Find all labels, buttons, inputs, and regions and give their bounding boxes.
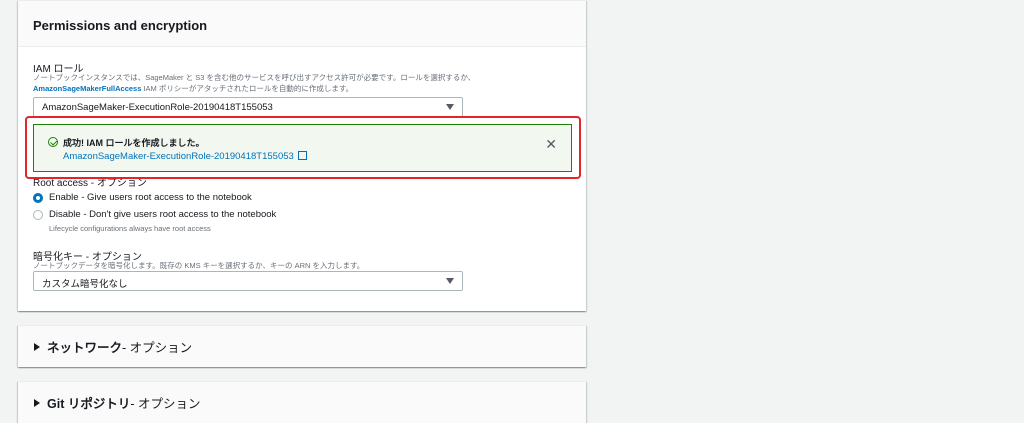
iam-role-hint: ノートブックインスタンスでは、SageMaker と S3 を含む他のサービスを…	[33, 72, 475, 94]
dropdown-arrow-icon	[446, 104, 454, 110]
network-optional: - オプション	[122, 341, 193, 355]
iam-hint-line1: ノートブックインスタンスでは、SageMaker と S3 を含む他のサービスを…	[33, 73, 476, 82]
root-access-note: Lifecycle configurations always have roo…	[49, 224, 211, 233]
git-header[interactable]: Git リポジトリ - オプション	[18, 382, 586, 423]
iam-role-select[interactable]: AmazonSageMaker-ExecutionRole-20190418T1…	[33, 97, 463, 117]
git-panel[interactable]: Git リポジトリ - オプション	[18, 381, 586, 423]
network-title: ネットワーク	[47, 341, 123, 355]
permissions-header: Permissions and encryption	[18, 1, 586, 47]
full-access-policy-link[interactable]: AmazonSageMakerFullAccess	[33, 84, 141, 93]
dropdown-arrow-icon	[446, 278, 454, 284]
network-header[interactable]: ネットワーク - オプション	[18, 326, 586, 367]
iam-hint-line2: IAM ポリシーがアタッチされたロールを自動的に作成します。	[141, 84, 354, 93]
network-panel[interactable]: ネットワーク - オプション	[18, 325, 586, 367]
root-disable-label: Disable - Don't give users root access t…	[49, 209, 277, 220]
encryption-key-select[interactable]: カスタム暗号化なし	[33, 271, 463, 291]
root-enable-label: Enable - Give users root access to the n…	[49, 192, 252, 203]
iam-role-value: AmazonSageMaker-ExecutionRole-20190418T1…	[42, 102, 273, 113]
encryption-key-hint: ノートブックデータを暗号化します。既存の KMS キーを選択するか、キーの AR…	[33, 261, 365, 270]
caret-right-icon	[34, 342, 40, 351]
radio-disable[interactable]	[33, 210, 43, 220]
encryption-key-value: カスタム暗号化なし	[42, 279, 128, 290]
git-optional: - オプション	[130, 397, 201, 411]
radio-enable[interactable]	[33, 193, 43, 203]
git-title: Git リポジトリ	[47, 397, 131, 411]
highlight-box	[25, 116, 581, 179]
caret-right-icon	[34, 398, 40, 407]
